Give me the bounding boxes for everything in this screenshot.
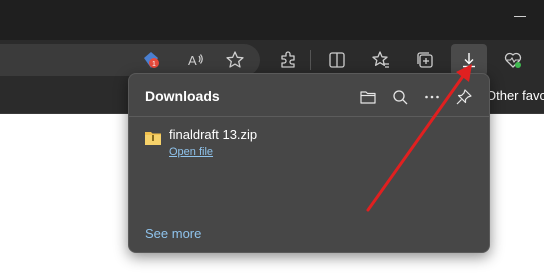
split-screen-icon — [329, 52, 345, 68]
heart-pulse-icon — [504, 52, 522, 68]
read-aloud-icon: A — [188, 53, 203, 68]
browser-essentials-button[interactable] — [499, 46, 527, 74]
more-icon — [425, 95, 439, 99]
see-more-link[interactable]: See more — [145, 226, 201, 241]
more-options-button[interactable] — [419, 84, 445, 110]
star-icon — [226, 51, 244, 68]
pin-panel-button[interactable] — [451, 84, 477, 110]
search-icon — [393, 90, 408, 105]
minimize-icon — [514, 15, 526, 17]
extension-badge: 1 — [152, 61, 156, 68]
open-file-link[interactable]: Open file — [169, 146, 213, 158]
other-favorites-folder[interactable]: Other favor — [486, 88, 544, 103]
panel-title: Downloads — [145, 88, 220, 104]
split-screen-button[interactable] — [323, 46, 351, 74]
title-bar — [0, 0, 544, 40]
collections-icon — [417, 52, 433, 68]
pin-icon — [456, 89, 472, 105]
extensions-button[interactable] — [274, 46, 302, 74]
toolbar-separator — [310, 50, 311, 70]
favorites-button[interactable] — [367, 46, 395, 74]
add-favorite-button[interactable] — [221, 46, 249, 74]
extension-icon: 1 — [144, 52, 159, 68]
zip-folder-icon — [145, 132, 161, 145]
download-item[interactable]: finaldraft 13.zip Open file — [143, 126, 477, 162]
folder-icon — [360, 91, 376, 104]
downloads-button[interactable] — [451, 44, 487, 76]
downloads-panel: Downloads finaldraft 13.zip Open file Se… — [128, 73, 490, 253]
svg-text:A: A — [188, 53, 197, 68]
open-downloads-folder-button[interactable] — [355, 84, 381, 110]
download-icon — [463, 53, 475, 68]
panel-actions — [355, 84, 477, 110]
puzzle-icon — [281, 51, 295, 68]
favorites-icon — [372, 51, 389, 68]
search-downloads-button[interactable] — [387, 84, 413, 110]
extension-button[interactable]: 1 — [137, 46, 165, 74]
collections-button[interactable] — [411, 46, 439, 74]
minimize-button[interactable] — [496, 0, 544, 32]
download-file-name: finaldraft 13.zip — [169, 127, 258, 142]
panel-divider — [129, 116, 489, 117]
read-aloud-button[interactable]: A — [181, 46, 209, 74]
